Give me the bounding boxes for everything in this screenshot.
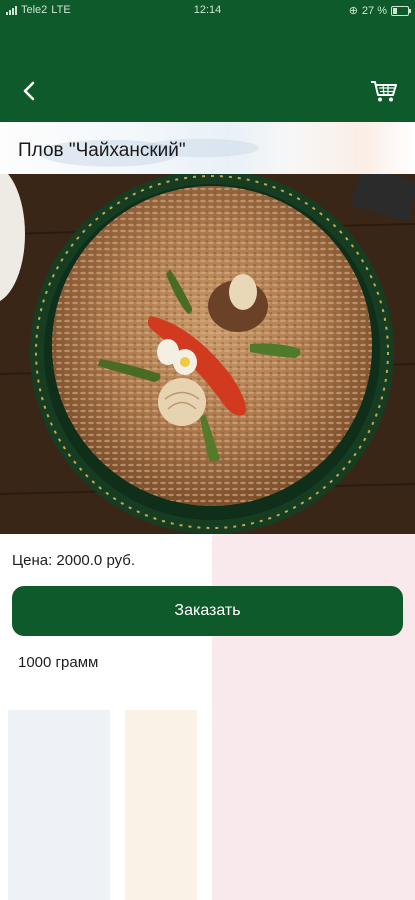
battery-fill xyxy=(393,7,397,14)
battery-icon xyxy=(391,5,411,16)
weight-label: 1000 грамм xyxy=(18,654,99,671)
battery-percent: 27 % xyxy=(361,4,387,17)
back-button[interactable] xyxy=(14,76,44,106)
plov-dish-image xyxy=(0,174,415,534)
chevron-left-icon xyxy=(23,81,35,101)
cart-button[interactable] xyxy=(369,76,399,106)
background-card xyxy=(8,710,110,900)
background-card xyxy=(125,710,197,900)
app-header: Tele2 LTE 12:14 ⊕ 27 % xyxy=(0,0,415,122)
shopping-cart-icon xyxy=(371,81,397,102)
order-button[interactable]: Заказать xyxy=(12,586,403,636)
battery-info: ⊕ 27 % xyxy=(348,4,411,17)
product-title: Плов "Чайханский" xyxy=(18,140,186,161)
alarm-icon: ⊕ xyxy=(348,5,358,17)
product-photo xyxy=(0,174,415,534)
status-bar: Tele2 LTE 12:14 ⊕ 27 % xyxy=(0,0,415,22)
price-label: Цена: 2000.0 руб. xyxy=(12,552,136,569)
